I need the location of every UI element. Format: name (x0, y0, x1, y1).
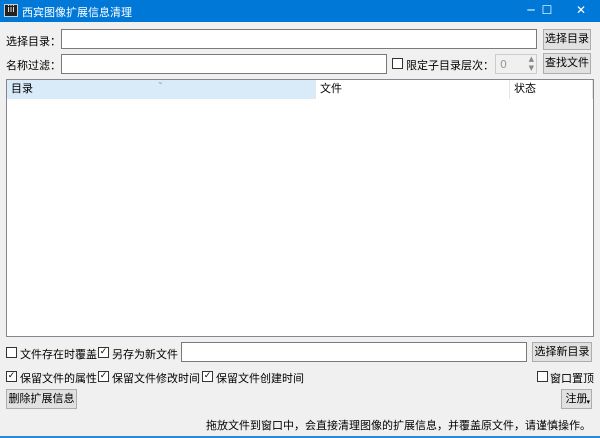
filter-input[interactable] (61, 54, 387, 74)
depth-value: 0 (500, 58, 507, 71)
keep-ctime-checkbox[interactable]: ✓ (202, 371, 213, 382)
column-header-dir[interactable]: 目录 ⌄ (7, 77, 316, 99)
delete-ext-info-button[interactable]: 删除扩展信息 (6, 389, 77, 409)
keep-ctime-label: 保留文件创建时间 (216, 372, 304, 385)
filter-label: 名称过滤： (6, 59, 61, 72)
limit-depth-label: 限定子目录层次： (406, 59, 494, 72)
register-button[interactable]: 注册 ▾ (561, 389, 592, 409)
new-dir-input[interactable] (181, 342, 527, 362)
dropdown-arrow-icon: ▾ (586, 398, 590, 406)
close-button[interactable]: ✕ (566, 0, 596, 22)
keep-mtime-checkbox[interactable]: ✓ (98, 371, 109, 382)
overwrite-checkbox[interactable] (6, 347, 17, 358)
save-as-new-checkbox[interactable]: ✓ (98, 347, 109, 358)
keep-attr-checkbox[interactable]: ✓ (6, 371, 17, 382)
sort-chevron-icon: ⌄ (157, 77, 164, 86)
save-as-new-label: 另存为新文件 (112, 348, 178, 361)
select-dir-input[interactable] (61, 29, 537, 49)
column-label: 目录 (11, 82, 33, 95)
select-dir-label: 选择目录： (6, 35, 61, 48)
spinner-arrows-icon[interactable]: ▲ ▼ (529, 55, 534, 73)
topmost-checkbox[interactable] (537, 371, 548, 382)
maximize-button[interactable]: ☐ (532, 0, 562, 22)
column-header-file[interactable]: 文件 (316, 80, 510, 99)
window-title: 西宾图像扩展信息清理 (22, 6, 132, 19)
limit-depth-checkbox[interactable] (392, 58, 403, 69)
overwrite-label: 文件存在时覆盖 (20, 348, 97, 361)
find-files-button[interactable]: 查找文件 (543, 53, 591, 74)
keep-mtime-label: 保留文件修改时间 (112, 372, 200, 385)
file-list[interactable]: 目录 ⌄ 文件 状态 (6, 77, 594, 337)
app-icon: iii (4, 4, 18, 17)
topmost-label: 窗口置顶 (550, 372, 594, 385)
keep-attr-label: 保留文件的属性 (20, 372, 97, 385)
column-header-status[interactable]: 状态 (510, 80, 593, 99)
status-text: 拖放文件到窗口中，会直接清理图像的扩展信息，并覆盖原文件，请谨慎操作。 (206, 419, 591, 432)
select-dir-button[interactable]: 选择目录 (543, 29, 591, 50)
depth-spinner[interactable]: 0 ▲ ▼ (495, 54, 537, 74)
title-bar: iii 西宾图像扩展信息清理 ─ ☐ ✕ (0, 0, 600, 22)
register-label: 注册 (565, 392, 588, 405)
select-new-dir-button[interactable]: 选择新目录 (532, 342, 592, 362)
